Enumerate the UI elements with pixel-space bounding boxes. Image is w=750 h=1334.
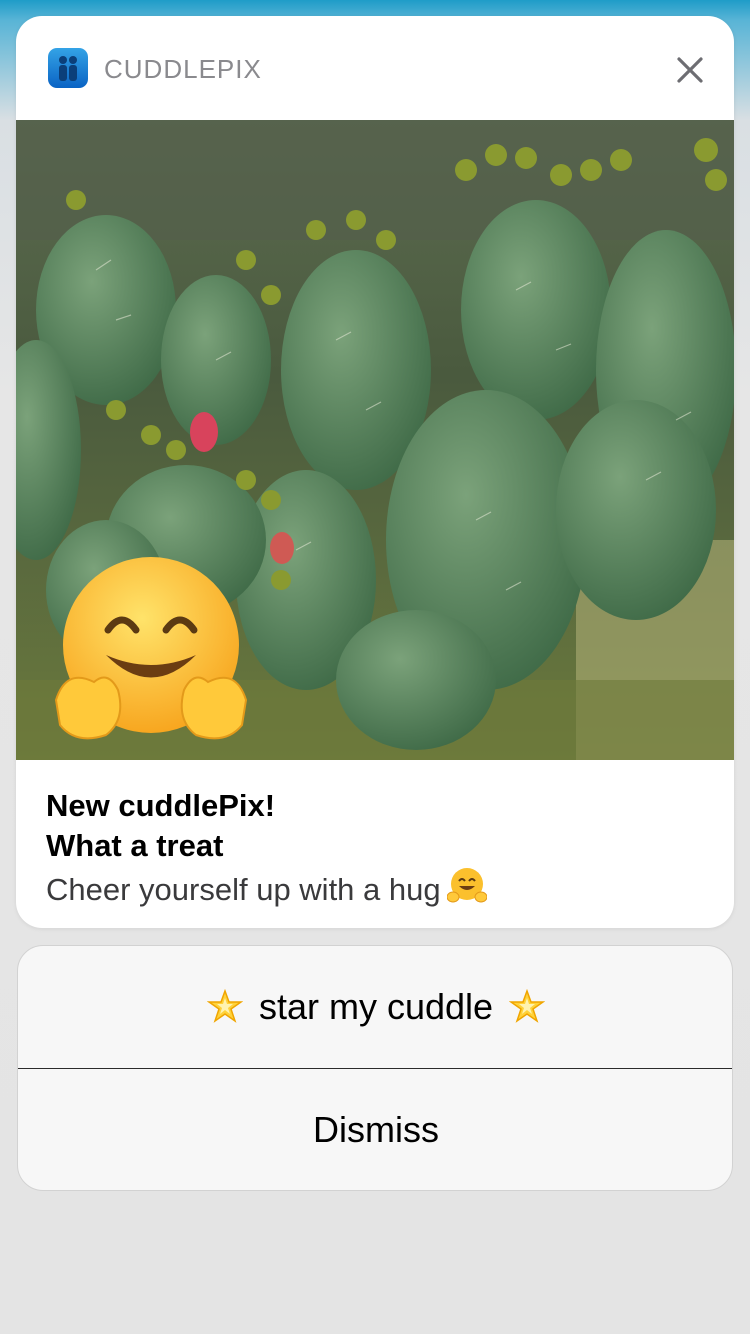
notification-card[interactable]: CUDDLEPIX New cuddlePix! What a treat Ch… (16, 16, 734, 928)
cactus-photo (16, 120, 734, 760)
star-my-cuddle-label: star my cuddle (258, 986, 494, 1027)
notification-content: New cuddlePix! What a treat Cheer yourse… (46, 786, 706, 912)
notification-title-line-1: New cuddlePix! (46, 788, 276, 823)
close-icon (677, 57, 703, 83)
star-my-cuddle-button[interactable]: star my cuddle (18, 946, 732, 1068)
app-name: CUDDLEPIX (104, 54, 262, 84)
glowing-star-icon (206, 989, 243, 1023)
notification-body-text: Cheer yourself up with a hug (46, 872, 441, 907)
dismiss-label: Dismiss (313, 1109, 439, 1150)
hugging-face-emoji-small (446, 868, 487, 903)
glowing-star-icon (509, 989, 546, 1023)
notification-title-line-2: What a treat (46, 828, 224, 863)
dismiss-button[interactable]: Dismiss (18, 1069, 732, 1190)
notification-body: Cheer yourself up with a hug (46, 866, 706, 912)
close-button[interactable] (668, 48, 712, 92)
notification-actions: star my cuddle Dismiss (17, 945, 733, 1191)
hugging-face-emoji (54, 557, 248, 740)
cuddlepix-app-icon (48, 48, 88, 88)
notification-header: CUDDLEPIX (16, 16, 734, 120)
